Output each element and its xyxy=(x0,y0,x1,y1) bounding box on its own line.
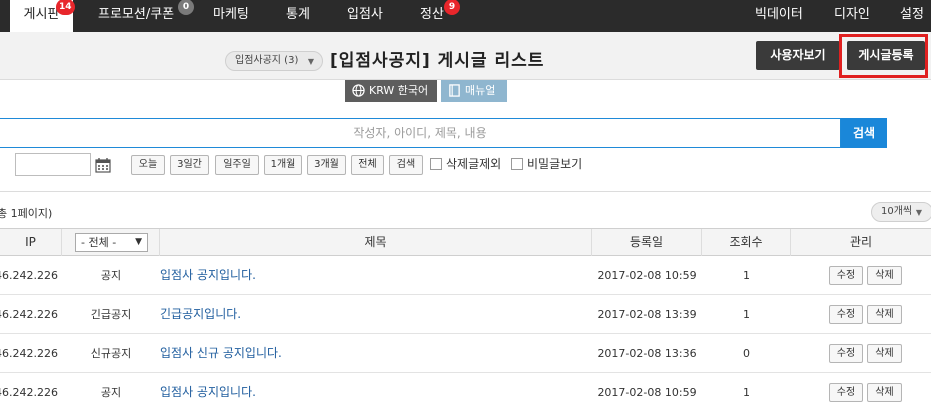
nav-settings-label: 설정 xyxy=(900,7,924,22)
date-search-button[interactable]: 검색 xyxy=(389,155,423,175)
row-date: 2017-02-08 10:59 xyxy=(597,269,697,282)
date-input[interactable] xyxy=(15,153,91,176)
search-input[interactable]: 작성자, 아이디, 제목, 내용 xyxy=(0,118,841,148)
row-type: 공지 xyxy=(100,269,122,282)
row-ip: 46.242.226 xyxy=(0,308,58,321)
delete-button[interactable]: 삭제 xyxy=(867,344,902,363)
delete-button[interactable]: 삭제 xyxy=(867,305,902,324)
row-views: 1 xyxy=(743,308,750,321)
nav-statistics-label: 통계 xyxy=(286,7,310,22)
top-navigation: 게시판 14 프로모션/쿠폰 0 마케팅 통계 입점사 정산 9 빅데이터 디자… xyxy=(0,0,931,32)
chevron-down-icon: ▼ xyxy=(307,57,314,66)
row-views: 1 xyxy=(743,269,750,282)
header-manage: 관리 xyxy=(849,235,873,249)
header-views: 조회수 xyxy=(702,229,791,256)
nav-promotion[interactable]: 프로모션/쿠폰 0 xyxy=(98,0,194,32)
page-count-text: 총 1페이지) xyxy=(0,207,53,220)
calendar-icon[interactable] xyxy=(95,157,111,173)
edit-button[interactable]: 수정 xyxy=(829,305,863,324)
page-title: [입점사공지] 게시글 리스트 xyxy=(330,51,545,71)
date-1month-button[interactable]: 1개월 xyxy=(264,155,302,175)
row-views: 0 xyxy=(743,347,750,360)
show-secret-checkbox[interactable] xyxy=(511,158,523,170)
nav-bigdata-label: 빅데이터 xyxy=(755,7,803,22)
nav-settings[interactable]: 설정 xyxy=(900,0,924,32)
nav-promotion-label: 프로모션/쿠폰 xyxy=(98,7,175,22)
nav-vendor[interactable]: 입점사 xyxy=(347,0,383,32)
date-today-button[interactable]: 오늘 xyxy=(131,155,165,175)
row-title-link[interactable]: 긴급공지입니다. xyxy=(160,295,241,334)
row-type: 공지 xyxy=(100,386,122,399)
per-page-value: 10개씩 xyxy=(881,206,913,217)
edit-button[interactable]: 수정 xyxy=(829,266,863,285)
table-row: 46.242.226 공지 입점사 공지입니다. 2017-02-08 10:5… xyxy=(0,373,931,406)
nav-board-badge: 14 xyxy=(56,0,75,15)
nav-bigdata[interactable]: 빅데이터 xyxy=(755,0,803,32)
delete-button[interactable]: 삭제 xyxy=(867,383,902,402)
row-views: 1 xyxy=(743,386,750,399)
category-select[interactable]: 입점사공지 (3) ▼ xyxy=(225,51,323,71)
section-divider xyxy=(0,191,931,192)
row-ip: 46.242.226 xyxy=(0,347,58,360)
category-select-value: 입점사공지 (3) xyxy=(235,55,299,66)
chevron-down-icon: ▼ xyxy=(915,208,922,217)
user-view-button[interactable]: 사용자보기 xyxy=(756,41,840,70)
row-type: 신규공지 xyxy=(90,347,132,360)
header-date: 등록일 xyxy=(592,229,702,256)
search-button[interactable]: 검색 xyxy=(841,118,887,148)
row-ip: 46.242.226 xyxy=(0,269,58,282)
date-all-button[interactable]: 전체 xyxy=(351,155,384,175)
nav-design[interactable]: 디자인 xyxy=(834,0,870,32)
nav-board-label: 게시판 xyxy=(23,7,60,22)
table-row: 46.242.226 긴급공지 긴급공지입니다. 2017-02-08 13:3… xyxy=(0,295,931,334)
exclude-deleted-label: 삭제글제외 xyxy=(446,157,502,171)
type-filter-value: - 전체 - xyxy=(81,236,117,249)
per-page-select[interactable]: 10개씩 ▼ xyxy=(871,202,931,222)
highlight-box xyxy=(839,34,928,78)
nav-settlement[interactable]: 정산 9 xyxy=(420,0,460,32)
nav-marketing[interactable]: 마케팅 xyxy=(213,0,249,32)
table-header: IP - 전체 - ▼ 제목 등록일 조회수 관리 xyxy=(0,228,931,256)
nav-statistics[interactable]: 통계 xyxy=(286,0,310,32)
row-title-link[interactable]: 입점사 공지입니다. xyxy=(160,256,256,295)
row-title-link[interactable]: 입점사 신규 공지입니다. xyxy=(160,334,282,373)
row-date: 2017-02-08 10:59 xyxy=(597,386,697,399)
type-filter-select[interactable]: - 전체 - ▼ xyxy=(75,233,148,252)
row-ip: 46.242.226 xyxy=(0,386,58,399)
header-title: 제목 xyxy=(160,229,592,256)
row-date: 2017-02-08 13:36 xyxy=(597,347,697,360)
manual-label: 매뉴얼 xyxy=(465,84,496,97)
book-icon xyxy=(449,84,460,97)
show-secret-label: 비밀글보기 xyxy=(527,157,583,171)
date-3month-button[interactable]: 3개월 xyxy=(307,155,346,175)
row-type: 긴급공지 xyxy=(90,308,132,321)
nav-vendor-label: 입점사 xyxy=(347,7,383,22)
delete-button[interactable]: 삭제 xyxy=(867,266,902,285)
date-3days-button[interactable]: 3일간 xyxy=(170,155,209,175)
currency-label: KRW 한국어 xyxy=(369,84,429,97)
nav-settlement-label: 정산 xyxy=(420,7,444,22)
table-row: 46.242.226 신규공지 입점사 신규 공지입니다. 2017-02-08… xyxy=(0,334,931,373)
row-title-link[interactable]: 입점사 공지입니다. xyxy=(160,373,256,406)
nav-design-label: 디자인 xyxy=(834,7,870,22)
date-week-button[interactable]: 일주일 xyxy=(215,155,259,175)
caret-down-icon: ▼ xyxy=(135,237,142,247)
header-ip: IP xyxy=(0,229,62,256)
nav-marketing-label: 마케팅 xyxy=(213,7,249,22)
edit-button[interactable]: 수정 xyxy=(829,344,863,363)
currency-language-button[interactable]: KRW 한국어 xyxy=(345,80,437,102)
table-row: 46.242.226 공지 입점사 공지입니다. 2017-02-08 10:5… xyxy=(0,256,931,295)
row-date: 2017-02-08 13:39 xyxy=(597,308,697,321)
manual-button[interactable]: 매뉴얼 xyxy=(441,80,507,102)
globe-icon xyxy=(352,84,365,97)
edit-button[interactable]: 수정 xyxy=(829,383,863,402)
nav-promotion-badge: 0 xyxy=(178,0,194,15)
nav-board[interactable]: 게시판 14 xyxy=(10,0,75,32)
exclude-deleted-checkbox[interactable] xyxy=(430,158,442,170)
nav-settlement-badge: 9 xyxy=(444,0,460,15)
